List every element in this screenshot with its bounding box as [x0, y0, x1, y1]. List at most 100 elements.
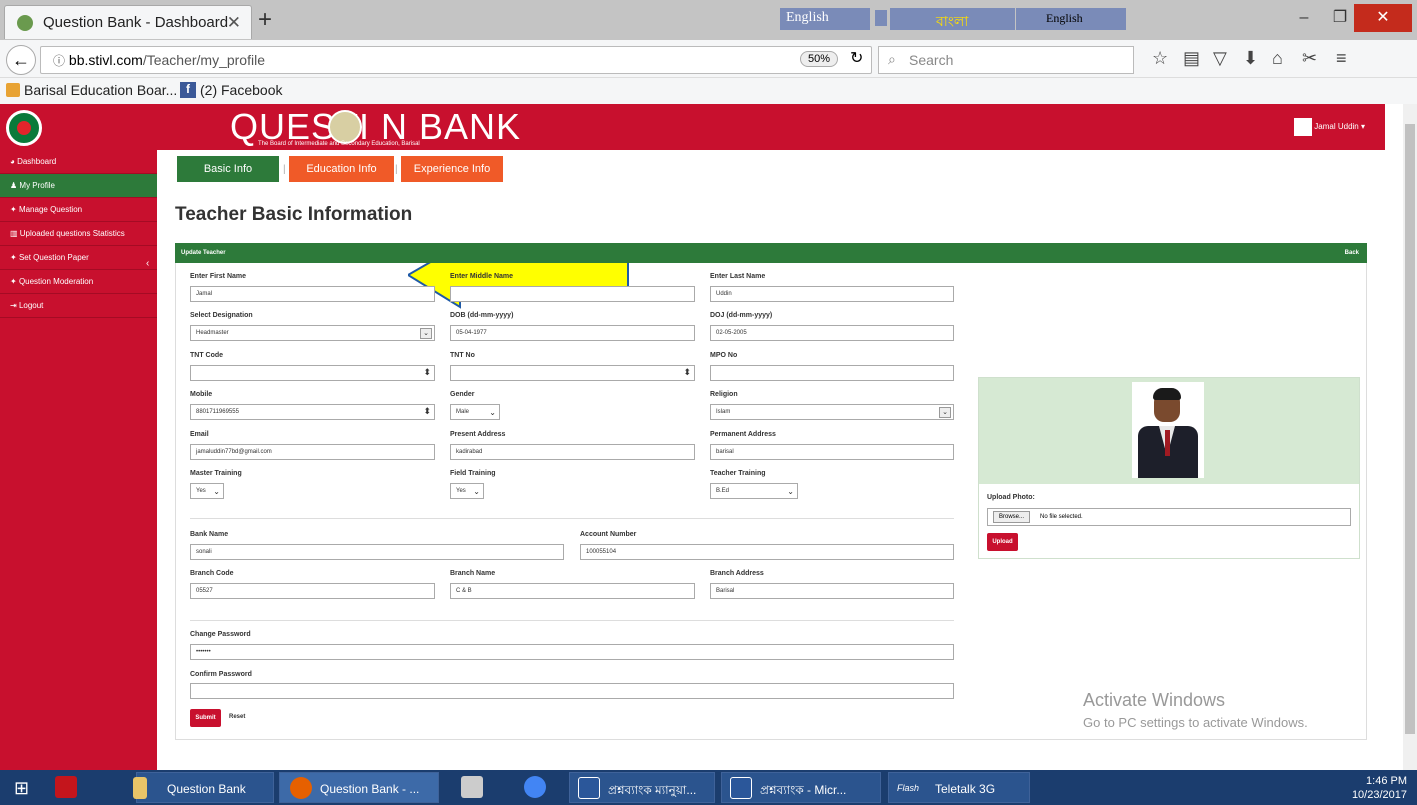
last-name-field[interactable]: Uddin [710, 286, 954, 302]
tab-basic-info[interactable]: Basic Info [177, 156, 279, 182]
url-bar[interactable]: ⓘ bb.stivl.com/Teacher/my_profile [40, 46, 872, 74]
tab-separator: | [283, 164, 286, 175]
lang-english-button[interactable]: English [780, 8, 870, 30]
branch-code-field[interactable]: 05527 [190, 583, 435, 599]
teacher-training-label: Teacher Training [710, 470, 766, 477]
tnt-no-field[interactable]: ⬍ [450, 365, 695, 381]
page-scrollbar[interactable] [1403, 104, 1417, 770]
account-number-field[interactable]: 100055104 [580, 544, 954, 560]
clock-time: 1:46 PM [1366, 775, 1407, 787]
email-field[interactable]: jamaluddin77bd@gmail.com [190, 444, 435, 460]
reading-list-icon[interactable]: ▤ [1183, 48, 1200, 69]
flash-icon[interactable] [55, 776, 77, 798]
gender-select[interactable]: Male ⌄ [450, 404, 500, 420]
home-icon[interactable]: ⌂ [1272, 48, 1283, 69]
branch-address-field[interactable]: Barisal [710, 583, 954, 599]
chevron-down-icon: ⌄ [489, 408, 496, 417]
religion-label: Religion [710, 391, 738, 398]
collapse-sidebar-icon[interactable]: ‹ [146, 258, 149, 269]
browse-button[interactable]: Browse... [993, 511, 1031, 523]
chevron-down-icon: ⌄ [787, 487, 794, 496]
scrollbar-thumb[interactable] [1405, 124, 1415, 734]
browser-tab-bar: Question Bank - Dashboard ✕ + English বা… [0, 0, 1417, 40]
sidebar-item-question-moderation[interactable]: ✦ Question Moderation [0, 270, 157, 294]
close-tab-icon[interactable]: ✕ [227, 13, 241, 33]
mobile-field[interactable]: 8801711969555 ⬍ [190, 404, 435, 420]
middle-name-field[interactable] [450, 286, 695, 302]
branch-name-field[interactable]: C & B [450, 583, 695, 599]
reload-icon[interactable]: ↻ [850, 48, 863, 68]
confirm-password-field[interactable] [190, 683, 954, 699]
lang-bangla-button[interactable]: বাংলা [890, 8, 1015, 30]
first-name-field[interactable]: Jamal [190, 286, 435, 302]
doj-label: DOJ (dd-mm-yyyy) [710, 312, 773, 319]
field-training-select[interactable]: Yes ⌄ [450, 483, 484, 499]
chrome-icon[interactable] [524, 776, 546, 798]
user-menu[interactable]: Jamal Uddin ▾ [1294, 118, 1365, 136]
religion-select[interactable]: Islam ⌄ [710, 404, 954, 420]
sidebar-item-manage-question[interactable]: ✦ Manage Question [0, 198, 157, 222]
back-link[interactable]: Back [1345, 250, 1359, 256]
menu-icon[interactable]: ≡ [1336, 48, 1347, 69]
sidebar-item-logout[interactable]: ⇥ Logout [0, 294, 157, 318]
back-icon[interactable]: ← [6, 45, 36, 75]
upload-button[interactable]: Upload [987, 533, 1018, 551]
present-address-field[interactable]: kadirabad [450, 444, 695, 460]
bookmark-facebook[interactable]: (2) Facebook [200, 82, 282, 98]
browser-tab[interactable]: Question Bank - Dashboard ✕ [4, 5, 252, 39]
new-tab-icon[interactable]: + [258, 6, 272, 34]
change-password-field[interactable]: ••••••• [190, 644, 954, 660]
pocket-icon[interactable]: ▽ [1213, 48, 1227, 69]
taskbar-item-firefox[interactable]: Question Bank - ... [279, 772, 439, 803]
submit-button[interactable]: Submit [190, 709, 221, 727]
navigation-bar: ← ⓘ bb.stivl.com/Teacher/my_profile 50% … [0, 40, 1417, 78]
close-window-icon[interactable]: ✕ [1354, 4, 1412, 32]
bookmark-star-icon[interactable]: ☆ [1152, 48, 1168, 69]
brand-emblem-icon [328, 110, 362, 144]
folder-icon [6, 83, 20, 97]
tab-experience-info[interactable]: Experience Info [401, 156, 503, 182]
taskbar-clock[interactable]: 1:46 PM 10/23/2017 [1352, 774, 1407, 802]
spinner-icon[interactable]: ⬍ [683, 367, 691, 378]
mpo-field[interactable] [710, 365, 954, 381]
sidebar-item-uploaded-statistics[interactable]: ▥ Uploaded questions Statistics [0, 222, 157, 246]
lang-english-toggle[interactable]: English [1016, 8, 1126, 30]
designation-select[interactable]: Headmaster ⌄ [190, 325, 435, 341]
reset-button[interactable]: Reset [229, 714, 245, 720]
activate-windows-title: Activate Windows [1083, 690, 1226, 710]
zoom-indicator[interactable]: 50% [800, 51, 839, 67]
system-tray-icons[interactable] [1052, 780, 1252, 796]
taskbar-item-teletalk[interactable]: Flash Teletalk 3G [888, 772, 1030, 803]
taskbar-item-folder[interactable]: Question Bank [133, 772, 274, 803]
spinner-icon[interactable]: ⬍ [423, 406, 431, 417]
spinner-icon[interactable]: ⬍ [423, 367, 431, 378]
web-page: QUESTI N BANK The Board of Intermediate … [0, 104, 1403, 770]
permanent-address-label: Permanent Address [710, 431, 776, 438]
dob-field[interactable]: 05-04-1977 [450, 325, 695, 341]
taskbar-item-word-2[interactable]: প্রশ্নব্যাংক - Micr... [721, 772, 881, 803]
doj-field[interactable]: 02-05-2005 [710, 325, 954, 341]
screenshot-icon[interactable]: ✂ [1302, 48, 1317, 69]
first-name-label: Enter First Name [190, 273, 247, 280]
search-input[interactable]: ⌕ Search [878, 46, 1134, 74]
teacher-training-select[interactable]: B.Ed ⌄ [710, 483, 798, 499]
app-icon[interactable] [461, 776, 483, 798]
windows-start-icon[interactable]: ⊞ [14, 778, 29, 799]
taskbar-item-word-1[interactable]: প্রশ্নব্যাংক ম্যানুয়া... [569, 772, 715, 803]
chevron-down-icon: ⌄ [420, 328, 432, 339]
master-training-select[interactable]: Yes ⌄ [190, 483, 224, 499]
tab-education-info[interactable]: Education Info [289, 156, 394, 182]
panel-header: Update Teacher Back [175, 243, 1367, 263]
sidebar-item-set-question-paper[interactable]: ✦ Set Question Paper [0, 246, 157, 270]
sidebar-item-dashboard[interactable]: ◕ Dashboard [0, 150, 157, 174]
sidebar-item-my-profile[interactable]: ♟ My Profile [0, 174, 157, 198]
bookmark-barisal[interactable]: Barisal Education Boar... [24, 82, 177, 98]
dropdown-icon[interactable] [875, 10, 887, 26]
download-icon[interactable]: ⬇ [1243, 48, 1258, 69]
file-input[interactable]: Browse... No file selected. [987, 508, 1351, 526]
permanent-address-field[interactable]: barisal [710, 444, 954, 460]
tnt-code-label: TNT Code [190, 352, 224, 359]
bank-name-field[interactable]: sonali [190, 544, 564, 560]
tnt-code-field[interactable]: ⬍ [190, 365, 435, 381]
clock-date: 10/23/2017 [1351, 789, 1407, 801]
